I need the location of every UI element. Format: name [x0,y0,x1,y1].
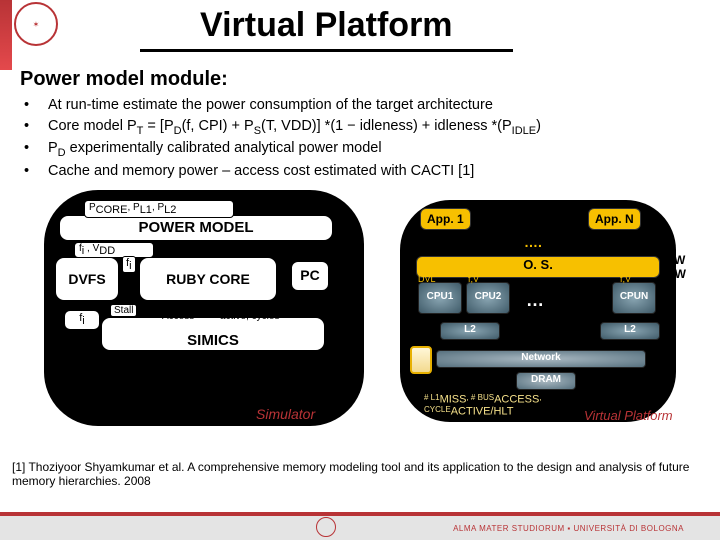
p-outputs-label: PCORE, PL1, PL2 [84,200,234,218]
virtual-platform-label: Virtual Platform [584,408,673,423]
dvl-label: DVL [418,274,436,284]
cpu-1: CPU1 [418,282,462,314]
brand-stripe [0,0,12,70]
cpu-n: CPUN [612,282,656,314]
cpu-2: CPU2 [466,282,510,314]
footer: ALMA MATER STUDIORUM ▪ UNIVERSITÀ DI BOL… [0,512,720,540]
power-model-box: POWER MODEL [58,214,334,242]
app-dots: …. [524,234,542,250]
diagram: PCORE, PL1, PL2 POWER MODEL fi , VDD DVF… [44,194,684,454]
l2-right: L2 [600,322,660,340]
fv-label-2: f,V [620,274,631,284]
dram-box: DRAM [516,372,576,390]
stall-label: Stall [110,304,137,317]
page-title: Virtual Platform [140,6,513,52]
sensor-icon [410,346,432,374]
bullet-3: PD experimentally calibrated analytical … [48,139,382,161]
bullet-2: Core model PT = [PD(f, CPI) + PS(T, VDD)… [48,117,541,139]
stats-label: # L1MISS, # BUSACCESS,CYCLEACTIVE/HLT [424,394,542,417]
bullet-list: •At run-time estimate the power consumpt… [24,96,700,183]
network-box: Network [436,350,646,368]
mem-access-label: MemAccess [162,302,194,322]
hlt-label: #hlt, stallactive, cycles [220,302,279,322]
fi2-box: fi [64,310,100,330]
cpu-row: DVL f,V f,V CPU1 CPU2 … CPUN [416,282,660,318]
pc-box: PC [290,260,330,292]
fi-label: fi [122,256,136,273]
l2-left: L2 [440,322,500,340]
bullet-4: Cache and memory power – access cost est… [48,162,474,182]
simics-box: SIMICS [100,316,326,352]
app-1: App. 1 [420,208,471,230]
reference-text: [1] Thoziyoor Shyamkumar et al. A compre… [12,460,708,489]
f-vdd-label: fi , VDD [74,242,154,258]
seal-icon: ✶ [14,2,58,46]
sw-hw-label: SWHW [666,254,686,282]
app-n: App. N [588,208,641,230]
ruby-core-box: RUBY CORE [138,256,278,302]
simulator-label: Simulator [256,406,315,422]
footer-text: ALMA MATER STUDIORUM ▪ UNIVERSITÀ DI BOL… [453,524,684,533]
footer-seal-icon [316,517,336,537]
section-heading: Power model module: [20,68,228,91]
cpu-dots: … [526,290,544,311]
dvfs-box: DVFS [54,256,120,302]
bullet-1: At run-time estimate the power consumpti… [48,96,493,116]
fv-label-1: f,V [468,274,479,284]
